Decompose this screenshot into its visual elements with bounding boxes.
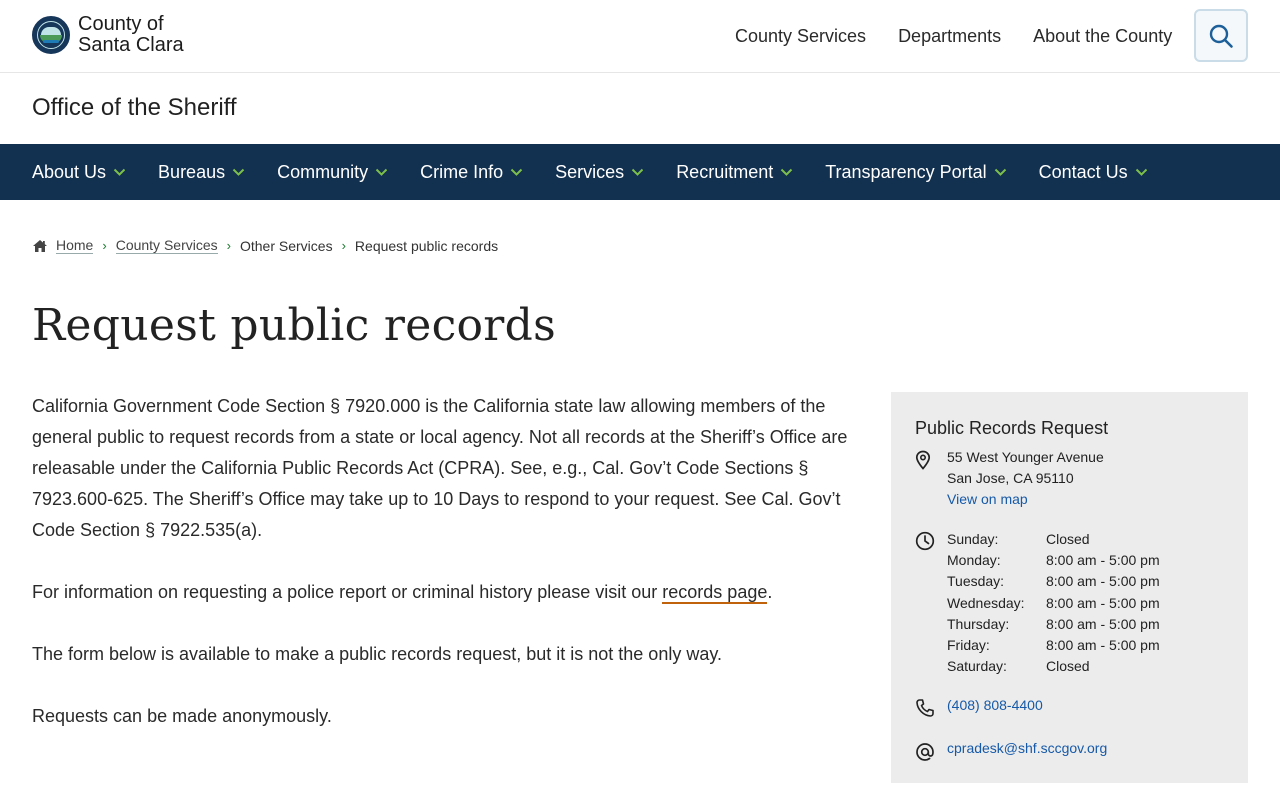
hours-day: Wednesday: xyxy=(947,594,1025,611)
hours-row: Thursday: 8:00 am - 5:00 pm xyxy=(947,613,1160,634)
breadcrumb-separator: › xyxy=(102,238,107,253)
address-block: 55 West Younger Avenue San Jose, CA 9511… xyxy=(915,447,1224,510)
address-line-2: San Jose, CA 95110 xyxy=(947,470,1074,486)
contact-sidebar: Public Records Request 55 West Younger A… xyxy=(891,392,1248,783)
hours-row: Friday: 8:00 am - 5:00 pm xyxy=(947,634,1160,655)
hours-day: Monday: xyxy=(947,551,1001,568)
nav-bureaus[interactable]: Bureaus xyxy=(158,162,245,183)
clock-icon xyxy=(915,531,935,551)
nav-label: Community xyxy=(277,161,369,182)
breadcrumb-current: Request public records xyxy=(354,237,499,254)
search-icon xyxy=(1209,24,1233,48)
chevron-down-icon xyxy=(510,168,523,176)
hours-day: Thursday: xyxy=(947,615,1010,632)
nav-services[interactable]: Services xyxy=(555,162,644,183)
hours-time: Closed xyxy=(1046,658,1090,675)
phone-block: (408) 808-4400 xyxy=(915,695,1224,723)
hours-row: Tuesday: 8:00 am - 5:00 pm xyxy=(947,571,1160,592)
hours-time: 8:00 am - 5:00 pm xyxy=(1046,551,1160,568)
chevron-down-icon xyxy=(994,168,1006,176)
hours-time: 8:00 am - 5:00 pm xyxy=(1046,637,1160,654)
records-info-end: . xyxy=(767,582,773,602)
county-logo-link[interactable]: County of Santa Clara xyxy=(32,14,184,56)
breadcrumb-separator: › xyxy=(226,238,231,253)
top-nav-county-services[interactable]: County Services xyxy=(735,24,866,48)
hours-row: Monday: 8:00 am - 5:00 pm xyxy=(947,549,1160,570)
county-seal-icon xyxy=(32,16,70,54)
page-title: Request public records xyxy=(32,300,556,351)
address-line-1: 55 West Younger Avenue xyxy=(947,449,1104,465)
nav-label: Recruitment xyxy=(676,161,774,182)
nav-label: Crime Info xyxy=(420,161,504,182)
hours-table: Sunday: Closed Monday: 8:00 am - 5:00 pm T… xyxy=(947,528,1160,677)
hours-time: Closed xyxy=(1046,530,1090,547)
hours-row: Saturday: Closed xyxy=(947,656,1160,677)
hours-time: 8:00 am - 5:00 pm xyxy=(1046,615,1160,632)
records-info-text: For information on requesting a police r… xyxy=(32,582,663,602)
phone-link[interactable]: (408) 808-4400 xyxy=(947,695,1043,723)
site-header: County of Santa Clara County Services De… xyxy=(0,0,1280,73)
breadcrumb-county-services[interactable]: County Services xyxy=(115,237,218,254)
phone-icon xyxy=(916,699,934,717)
at-sign-icon xyxy=(916,743,934,761)
view-on-map-link[interactable]: View on map xyxy=(947,491,1028,507)
nav-label: Services xyxy=(555,161,625,182)
breadcrumb-separator: › xyxy=(341,238,346,253)
records-info-paragraph: For information on requesting a police r… xyxy=(32,577,852,608)
nav-recruitment[interactable]: Recruitment xyxy=(676,162,793,183)
hours-row: Sunday: Closed xyxy=(947,528,1160,549)
hours-row: Wednesday: 8:00 am - 5:00 pm xyxy=(947,592,1160,613)
location-pin-icon xyxy=(915,450,931,470)
logo-line-1: County of xyxy=(78,13,164,35)
anonymous-paragraph: Requests can be made anonymously. xyxy=(32,706,332,726)
nav-label: About Us xyxy=(32,161,107,182)
breadcrumb: Home › County Services › Other Services … xyxy=(32,237,498,254)
sidebar-title: Public Records Request xyxy=(915,418,1109,438)
chevron-down-icon xyxy=(631,168,644,176)
nav-label: Bureaus xyxy=(158,161,226,182)
records-page-link[interactable]: records page xyxy=(662,582,768,604)
main-nav: About Us Bureaus Community Crime Info Se… xyxy=(0,144,1280,200)
nav-transparency-portal[interactable]: Transparency Portal xyxy=(825,162,1006,183)
search-button[interactable] xyxy=(1194,9,1248,62)
form-info-paragraph: The form below is available to make a pu… xyxy=(32,644,723,664)
chevron-down-icon xyxy=(375,168,388,176)
county-name: County of Santa Clara xyxy=(78,14,184,56)
logo-line-2: Santa Clara xyxy=(78,34,184,56)
chevron-down-icon xyxy=(113,168,126,176)
chevron-down-icon xyxy=(781,168,793,176)
nav-label: Transparency Portal xyxy=(825,161,987,182)
nav-contact-us[interactable]: Contact Us xyxy=(1039,162,1148,183)
top-nav-about-the-county[interactable]: About the County xyxy=(1033,24,1172,48)
hours-time: 8:00 am - 5:00 pm xyxy=(1046,573,1160,590)
email-link[interactable]: cpradesk@shf.sccgov.org xyxy=(947,738,1107,767)
hours-time: 8:00 am - 5:00 pm xyxy=(1046,594,1160,611)
hours-day: Sunday: xyxy=(947,530,999,547)
home-icon xyxy=(33,239,47,252)
hours-day: Tuesday: xyxy=(947,573,1005,590)
hours-day: Saturday: xyxy=(947,658,1007,675)
nav-crime-info[interactable]: Crime Info xyxy=(420,162,523,183)
hours-block: Sunday: Closed Monday: 8:00 am - 5:00 pm T… xyxy=(915,528,1224,677)
main-content: California Government Code Section § 792… xyxy=(32,391,852,763)
nav-community[interactable]: Community xyxy=(277,162,388,183)
email-block: cpradesk@shf.sccgov.org xyxy=(915,738,1224,767)
breadcrumb-other-services: Other Services xyxy=(239,237,333,254)
top-nav-departments[interactable]: Departments xyxy=(898,24,1001,48)
nav-about-us[interactable]: About Us xyxy=(32,162,126,183)
breadcrumb-home[interactable]: Home xyxy=(56,237,94,254)
chevron-down-icon xyxy=(232,168,245,176)
chevron-down-icon xyxy=(1135,168,1147,176)
top-nav: County Services Departments About the Co… xyxy=(735,24,1204,48)
office-title[interactable]: Office of the Sheriff xyxy=(32,94,237,122)
nav-label: Contact Us xyxy=(1038,161,1128,182)
intro-paragraph: California Government Code Section § 792… xyxy=(32,396,848,540)
hours-day: Friday: xyxy=(947,637,990,654)
